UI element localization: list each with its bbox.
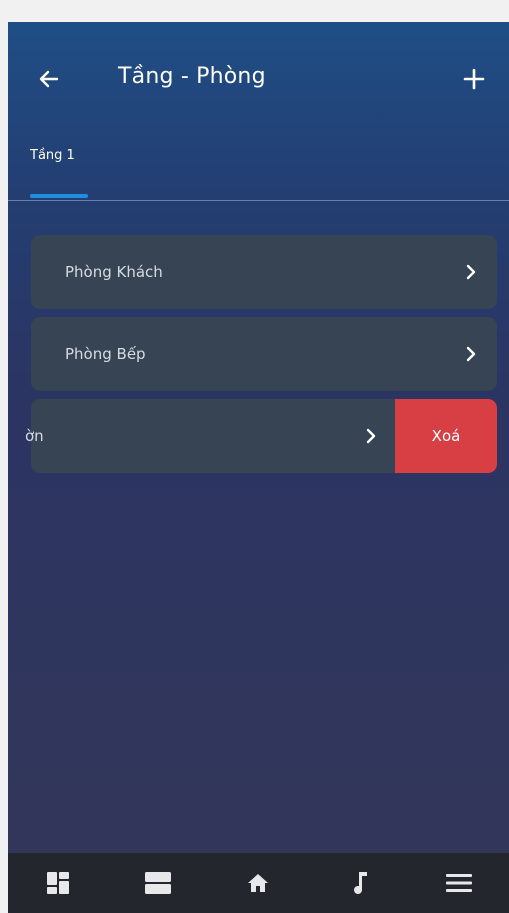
delete-button[interactable]: Xoá [395, 399, 497, 473]
nav-list[interactable] [128, 853, 188, 913]
chevron-right-icon [461, 317, 481, 391]
add-room-button[interactable] [457, 62, 491, 96]
nav-music[interactable] [329, 853, 389, 913]
music-note-icon [353, 872, 367, 895]
arrow-left-icon [39, 70, 59, 88]
menu-icon [445, 874, 472, 892]
header: Tầng - Phòng Tầng 1 [8, 22, 509, 202]
home-icon [248, 874, 269, 892]
room-item-phong-bep[interactable]: Phòng Bếp [31, 317, 497, 391]
back-button[interactable] [32, 62, 66, 96]
room-label: ờn [25, 427, 44, 445]
nav-home[interactable] [228, 853, 288, 913]
room-item-content[interactable]: ờn [25, 399, 395, 473]
list-view-icon [145, 872, 172, 894]
chevron-right-icon [361, 399, 381, 473]
tab-floor-1[interactable]: Tầng 1 [30, 148, 75, 163]
room-label: Phòng Bếp [65, 345, 146, 363]
app-screen: Tầng - Phòng Tầng 1 Phòng Khách Phòng Bế… [8, 22, 509, 913]
room-item-phong-khach[interactable]: Phòng Khách [31, 235, 497, 309]
nav-menu[interactable] [429, 853, 489, 913]
tab-divider [8, 200, 509, 201]
chevron-right-icon [461, 235, 481, 309]
room-label: Phòng Khách [65, 263, 163, 281]
dashboard-icon [47, 872, 70, 894]
active-tab-indicator [30, 194, 88, 198]
room-item-swiped[interactable]: ờn Xoá [25, 399, 497, 473]
bottom-nav [8, 853, 509, 913]
nav-dashboard[interactable] [28, 853, 88, 913]
plus-icon [463, 68, 485, 90]
page-title: Tầng - Phòng [118, 64, 266, 89]
